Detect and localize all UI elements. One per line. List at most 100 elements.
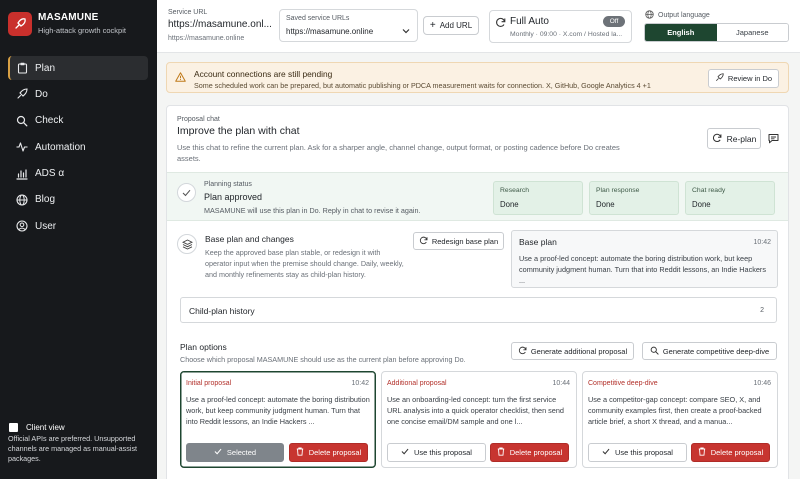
redesign-base-plan-button[interactable]: Redesign base plan: [413, 232, 504, 250]
language-option-english[interactable]: English: [645, 24, 717, 41]
check-icon: [602, 448, 610, 457]
client-view-checkbox[interactable]: [9, 423, 18, 432]
warning-icon: [175, 72, 186, 84]
sidebar-item-automation[interactable]: Automation: [8, 135, 148, 159]
base-plan-section: Base plan and changes Keep the approved …: [177, 229, 778, 288]
plus-icon: +: [429, 20, 436, 31]
proposal-text: Use a proof-led concept: automate the bo…: [186, 395, 370, 426]
generate-competitive-label: Generate competitive deep-dive: [662, 346, 770, 356]
sidebar-item-user[interactable]: User: [8, 214, 148, 238]
output-language-text: Output language: [658, 12, 710, 19]
chip-value: Done: [596, 200, 615, 209]
sidebar-item-ads[interactable]: ADS α: [8, 162, 148, 186]
use-this-proposal-button[interactable]: Use this proposal: [588, 443, 687, 462]
proposal-card-initial[interactable]: Initial proposal 10:42 Use a proof-led c…: [180, 371, 376, 468]
trash-icon: [497, 447, 505, 458]
topbar: Service URL https://masamune.onl... http…: [157, 0, 800, 53]
rocket-logo-icon: [8, 12, 32, 36]
sidebar-item-check[interactable]: Check: [8, 109, 148, 133]
review-in-do-label: Review in Do: [727, 74, 773, 83]
trash-icon: [296, 447, 304, 458]
sidebar-nav: Plan Do Check Automation ADS α Blog User: [8, 56, 148, 241]
refresh-icon: [518, 346, 527, 357]
sidebar-item-label: Do: [35, 88, 48, 100]
delete-proposal-button[interactable]: Delete proposal: [490, 443, 569, 462]
use-this-proposal-label: Use this proposal: [615, 448, 673, 457]
proposal-tag: Competitive deep-dive: [588, 380, 658, 387]
refresh-icon: [419, 236, 428, 247]
full-auto-card[interactable]: Full Auto Monthly · 09:00 · X.com / Host…: [489, 10, 632, 43]
generate-competitive-deep-dive-button[interactable]: Generate competitive deep-dive: [642, 342, 777, 360]
planning-status-card: Planning status Plan approved MASAMUNE w…: [167, 172, 788, 221]
plan-options-header: Plan options Choose which proposal MASAM…: [180, 342, 466, 364]
child-plan-history[interactable]: Child-plan history 2: [180, 297, 777, 323]
sidebar-item-label: ADS α: [35, 168, 65, 180]
chevron-down-icon: [402, 27, 410, 36]
base-plan-box: Base plan 10:42 Use a proof-led concept:…: [511, 230, 778, 288]
replan-label: Re-plan: [726, 133, 757, 144]
review-in-do-button[interactable]: Review in Do: [708, 69, 779, 88]
check-icon: [401, 448, 409, 457]
selected-button[interactable]: Selected: [186, 443, 284, 462]
status-chip-chat-ready: Chat ready Done: [685, 181, 775, 215]
delete-proposal-button[interactable]: Delete proposal: [691, 443, 770, 462]
add-url-button[interactable]: + Add URL: [423, 16, 479, 35]
delete-proposal-button[interactable]: Delete proposal: [289, 443, 368, 462]
status-chip-research: Research Done: [493, 181, 583, 215]
replan-button[interactable]: Re-plan: [707, 128, 761, 149]
proposal-card-additional[interactable]: Additional proposal 10:44 Use an onboard…: [381, 371, 577, 468]
base-plan-box-title: Base plan: [519, 237, 557, 247]
generate-additional-label: Generate additional proposal: [530, 346, 628, 356]
delete-proposal-label: Delete proposal: [710, 448, 764, 457]
chat-bubble-icon[interactable]: [768, 133, 779, 146]
brand: MASAMUNE High-attack growth cockpit: [8, 12, 126, 36]
proposal-tag: Additional proposal: [387, 380, 447, 387]
sidebar-note: Official APIs are preferred. Unsupported…: [8, 434, 138, 463]
sidebar-item-label: User: [35, 220, 57, 232]
saved-urls-value: https://masamune.online: [286, 27, 374, 36]
full-auto-toggle[interactable]: Off: [603, 16, 625, 27]
chat-description: Use this chat to refine the current plan…: [177, 143, 620, 163]
rocket-icon: [16, 88, 28, 100]
full-auto-schedule: Monthly · 09:00 · X.com / Hosted la...: [510, 31, 623, 38]
base-plan-description: Keep the approved base plan stable, or r…: [205, 248, 404, 279]
sidebar-item-do[interactable]: Do: [8, 82, 148, 106]
refresh-icon: [495, 17, 506, 30]
saved-urls-label: Saved service URLs: [286, 15, 350, 22]
service-url-value: https://masamune.onl...: [168, 19, 272, 30]
base-plan-title: Base plan and changes: [205, 234, 294, 244]
redesign-base-plan-label: Redesign base plan: [431, 236, 499, 246]
layers-icon: [177, 234, 197, 254]
chip-value: Done: [500, 200, 519, 209]
proposal-tag: Initial proposal: [186, 380, 232, 387]
trash-icon: [698, 447, 706, 458]
chat-header: Proposal chat Improve the plan with chat…: [177, 116, 632, 164]
planning-status-title: Plan approved: [204, 192, 263, 202]
sidebar-item-label: Check: [35, 115, 64, 127]
output-language-label: Output language: [645, 10, 710, 21]
sidebar-item-plan[interactable]: Plan: [8, 56, 148, 80]
proposal-card-competitive[interactable]: Competitive deep-dive 10:46 Use a compet…: [582, 371, 778, 468]
status-chip-plan-response: Plan response Done: [589, 181, 679, 215]
pulse-icon: [16, 141, 28, 153]
generate-additional-proposal-button[interactable]: Generate additional proposal: [511, 342, 634, 360]
delete-proposal-label: Delete proposal: [509, 448, 563, 457]
saved-urls-select[interactable]: Saved service URLs https://masamune.onli…: [279, 9, 418, 42]
check-icon: [177, 183, 196, 202]
globe-icon: [16, 194, 28, 206]
sidebar-item-blog[interactable]: Blog: [8, 188, 148, 212]
use-this-proposal-button[interactable]: Use this proposal: [387, 443, 486, 462]
client-view-toggle[interactable]: Client view: [9, 423, 65, 432]
language-switch: English Japanese: [644, 23, 789, 42]
chip-label: Chat ready: [692, 187, 726, 194]
add-url-label: Add URL: [439, 21, 473, 30]
language-option-japanese[interactable]: Japanese: [716, 24, 788, 41]
clipboard-icon: [16, 62, 28, 74]
plan-options-description: Choose which proposal MASAMUNE should us…: [180, 355, 466, 364]
base-plan-text: Use a proof-led concept: automate the bo…: [519, 254, 767, 285]
delete-proposal-label: Delete proposal: [308, 448, 362, 457]
service-url: Service URL https://masamune.onl... http…: [168, 9, 272, 42]
sidebar-item-label: Plan: [35, 62, 56, 74]
chip-value: Done: [692, 200, 711, 209]
sidebar-item-label: Automation: [35, 141, 86, 153]
